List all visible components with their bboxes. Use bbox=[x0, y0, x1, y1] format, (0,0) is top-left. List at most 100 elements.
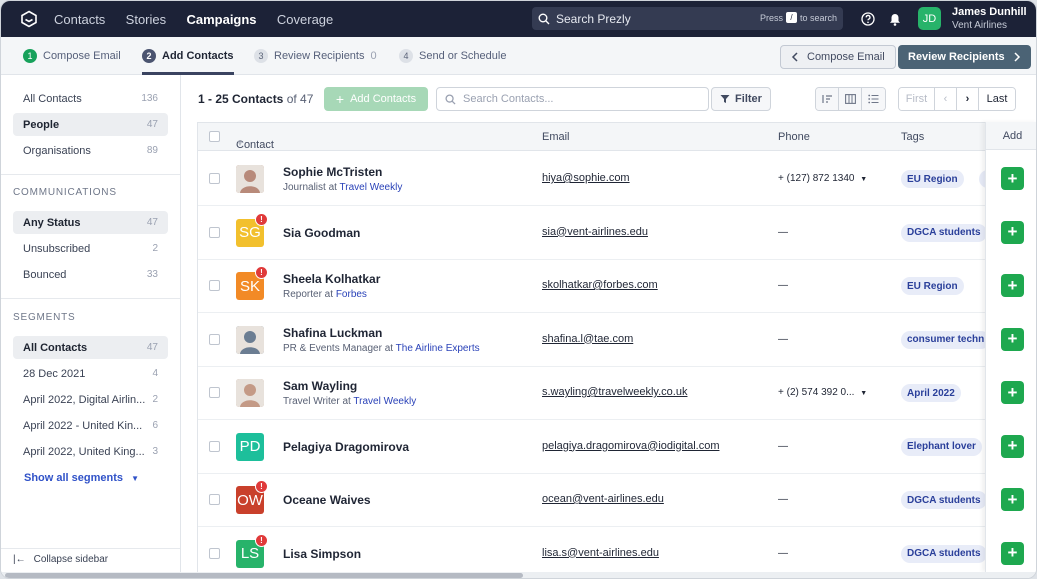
row-checkbox[interactable] bbox=[209, 547, 220, 559]
table-row[interactable]: Sophie McTristen Journalist at Travel Wee… bbox=[198, 152, 1036, 206]
contact-tag[interactable]: DGCA students bbox=[901, 491, 987, 509]
contact-tag[interactable]: DGCA students bbox=[901, 223, 987, 242]
table-row[interactable]: Sam Wayling Travel Writer at Travel Weekl… bbox=[198, 366, 1036, 420]
contact-name[interactable]: Shafina Luckman bbox=[283, 326, 382, 340]
add-contacts-button[interactable]: + Add Contacts bbox=[324, 87, 428, 111]
row-checkbox[interactable] bbox=[209, 387, 220, 398]
step-add-contacts[interactable]: 2 Add Contacts bbox=[142, 49, 234, 63]
first-page-button[interactable]: First bbox=[899, 88, 935, 110]
contact-email-link[interactable]: sia@vent-airlines.edu bbox=[542, 226, 648, 238]
column-email[interactable]: Email bbox=[542, 131, 570, 143]
table-row[interactable]: PD Pelagiya Dragomirova pelagiya.dragomiro… bbox=[198, 420, 1036, 474]
add-contact-button[interactable]: + bbox=[1001, 274, 1024, 297]
row-checkbox[interactable] bbox=[209, 494, 220, 505]
contact-tag[interactable]: Elephant lover bbox=[901, 437, 982, 456]
table-row[interactable]: SG! Sia Goodman sia@vent-airlines.edu — DGCA… bbox=[198, 206, 1036, 260]
row-checkbox[interactable] bbox=[209, 440, 220, 452]
add-contact-button[interactable]: + bbox=[1001, 381, 1024, 404]
contact-name[interactable]: Lisa Simpson bbox=[283, 547, 361, 561]
plus-icon: + bbox=[1007, 222, 1018, 241]
contact-email-link[interactable]: shafina.l@tae.com bbox=[542, 333, 633, 345]
contact-email-link[interactable]: skolhatkar@forbes.com bbox=[542, 279, 658, 291]
nav-contacts[interactable]: Contacts bbox=[54, 12, 105, 27]
last-page-button[interactable]: Last bbox=[979, 88, 1015, 110]
help-icon[interactable] bbox=[860, 11, 876, 27]
next-page-button[interactable]: › bbox=[957, 88, 979, 110]
sidebar-item-organisations[interactable]: Organisations 89 bbox=[13, 139, 168, 162]
row-checkbox[interactable] bbox=[209, 280, 220, 291]
contact-name[interactable]: Pelagiya Dragomirova bbox=[283, 440, 409, 454]
sidebar-item-segment-all-contacts[interactable]: All Contacts 47 bbox=[13, 336, 168, 359]
row-checkbox[interactable] bbox=[209, 173, 220, 184]
contact-name[interactable]: Sam Wayling bbox=[283, 379, 357, 393]
contact-organisation-link[interactable]: Travel Weekly bbox=[353, 396, 416, 407]
step-send-or-schedule[interactable]: 4 Send or Schedule bbox=[399, 49, 506, 63]
prev-page-button[interactable]: ‹ bbox=[935, 88, 957, 110]
table-row[interactable]: OW! Oceane Waives ocean@vent-airlines.edu —… bbox=[198, 473, 1036, 527]
add-contact-button[interactable]: + bbox=[1001, 434, 1024, 458]
contact-phone[interactable]: + (127) 872 1340 ▼ bbox=[778, 173, 867, 184]
row-checkbox[interactable] bbox=[209, 226, 220, 238]
scrollbar-thumb[interactable] bbox=[5, 573, 523, 578]
contact-organisation-link[interactable]: The Airline Experts bbox=[396, 343, 480, 354]
add-contact-button[interactable]: + bbox=[1001, 488, 1024, 511]
contact-email-link[interactable]: pelagiya.dragomirova@iodigital.com bbox=[542, 440, 719, 452]
columns-icon[interactable] bbox=[839, 88, 862, 110]
compose-email-button[interactable]: Compose Email bbox=[780, 45, 896, 69]
sidebar-item-segment[interactable]: 28 Dec 2021 4 bbox=[13, 362, 168, 385]
global-search[interactable]: Search Prezly Press / to search bbox=[532, 7, 843, 30]
contact-name[interactable]: Oceane Waives bbox=[283, 493, 371, 507]
contact-email-link[interactable]: hiya@sophie.com bbox=[542, 172, 630, 184]
contact-organisation-link[interactable]: Forbes bbox=[336, 289, 367, 300]
add-contact-button[interactable]: + bbox=[1001, 167, 1024, 190]
nav-coverage[interactable]: Coverage bbox=[277, 12, 333, 27]
contact-tag[interactable]: April 2022 bbox=[901, 384, 961, 402]
contact-email-link[interactable]: s.wayling@travelweekly.co.uk bbox=[542, 386, 687, 398]
review-recipients-button[interactable]: Review Recipients bbox=[898, 45, 1031, 69]
contact-name[interactable]: Sia Goodman bbox=[283, 226, 360, 240]
contacts-search-input[interactable]: Search Contacts... bbox=[436, 87, 709, 111]
contact-organisation-link[interactable]: Travel Weekly bbox=[340, 182, 403, 193]
contact-tag[interactable]: consumer techn bbox=[901, 330, 991, 349]
sidebar-item-unsubscribed[interactable]: Unsubscribed 2 bbox=[13, 237, 168, 260]
add-contact-button[interactable]: + bbox=[1001, 327, 1024, 351]
nav-stories[interactable]: Stories bbox=[126, 12, 166, 27]
column-phone[interactable]: Phone bbox=[778, 131, 810, 143]
contact-tag[interactable]: EU Region bbox=[901, 170, 964, 188]
contact-name[interactable]: Sophie McTristen bbox=[283, 165, 382, 179]
row-checkbox[interactable] bbox=[209, 333, 220, 345]
table-row[interactable]: SK! Sheela Kolhatkar Reporter at Forbes sko… bbox=[198, 259, 1036, 313]
prezly-logo-icon[interactable] bbox=[20, 10, 38, 28]
contact-tag[interactable]: DGCA students bbox=[901, 544, 987, 563]
column-tags[interactable]: Tags bbox=[901, 131, 924, 143]
sidebar-item-segment[interactable]: April 2022 - United Kin... 6 bbox=[13, 414, 168, 437]
sort-icon[interactable] bbox=[816, 88, 839, 110]
table-row[interactable]: LS! Lisa Simpson lisa.s@vent-airlines.edu —… bbox=[198, 527, 1036, 573]
contact-tag[interactable]: EU Region bbox=[901, 277, 964, 295]
contact-email-link[interactable]: ocean@vent-airlines.edu bbox=[542, 493, 664, 505]
add-contact-button[interactable]: + bbox=[1001, 541, 1024, 565]
filter-button[interactable]: Filter bbox=[711, 87, 771, 111]
show-all-segments-link[interactable]: Show all segments ▼ bbox=[24, 472, 139, 484]
contact-name[interactable]: Sheela Kolhatkar bbox=[283, 272, 380, 286]
sidebar-item-segment[interactable]: April 2022, Digital Airlin... 2 bbox=[13, 388, 168, 411]
step-review-recipients[interactable]: 3 Review Recipients 0 bbox=[254, 49, 377, 63]
collapse-sidebar-button[interactable]: |← Collapse sidebar bbox=[1, 548, 180, 570]
sidebar-item-people[interactable]: People 47 bbox=[13, 113, 168, 136]
bell-icon[interactable] bbox=[887, 11, 903, 27]
horizontal-scrollbar[interactable] bbox=[1, 572, 1036, 578]
sidebar-item-segment[interactable]: April 2022, United King... 3 bbox=[13, 440, 168, 463]
step-compose-email[interactable]: 1 Compose Email bbox=[23, 49, 121, 63]
nav-campaigns[interactable]: Campaigns bbox=[186, 12, 256, 27]
contact-email-link[interactable]: lisa.s@vent-airlines.edu bbox=[542, 547, 659, 559]
sidebar-item-any-status[interactable]: Any Status 47 bbox=[13, 211, 168, 234]
sidebar-item-all-contacts[interactable]: All Contacts 136 bbox=[13, 87, 168, 110]
table-row[interactable]: Shafina Luckman PR & Events Manager at Th… bbox=[198, 313, 1036, 367]
contact-phone[interactable]: + (2) 574 392 0... ▼ bbox=[778, 387, 867, 398]
list-icon[interactable] bbox=[862, 88, 885, 110]
sidebar-item-bounced[interactable]: Bounced 33 bbox=[13, 263, 168, 286]
user-menu[interactable]: James Dunhill Vent Airlines bbox=[952, 6, 1027, 32]
select-all-checkbox[interactable] bbox=[209, 131, 220, 142]
add-contact-button[interactable]: + bbox=[1001, 220, 1024, 244]
user-avatar[interactable]: JD bbox=[918, 7, 941, 30]
